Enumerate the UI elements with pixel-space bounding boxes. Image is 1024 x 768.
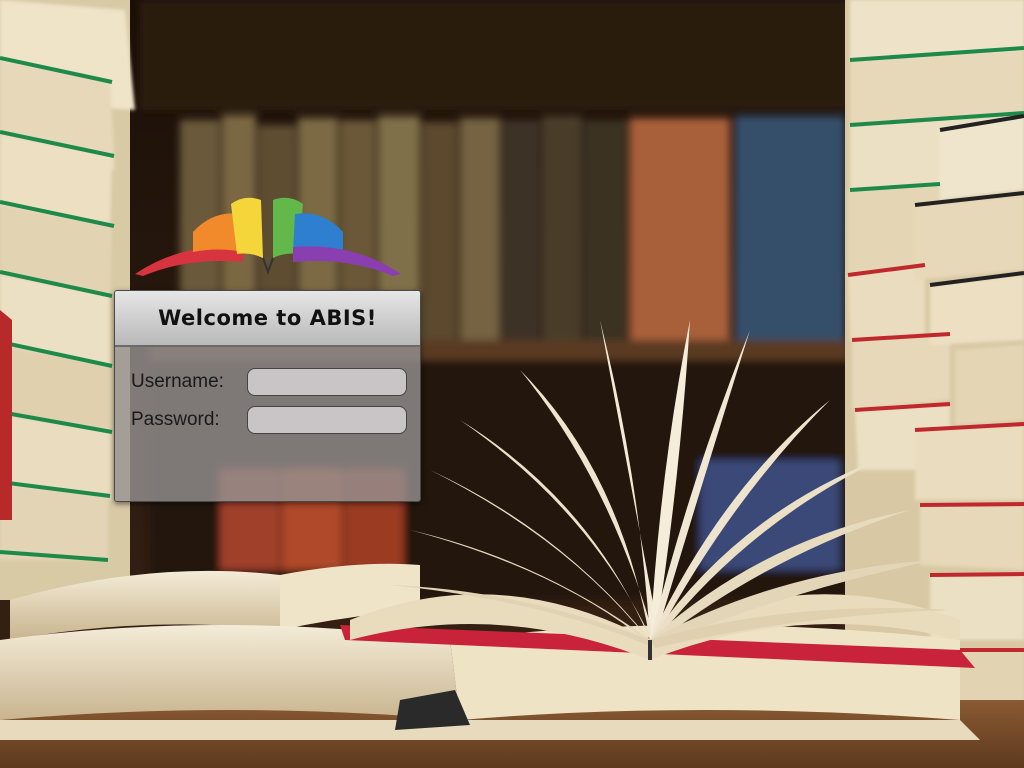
username-label: Username:: [131, 371, 224, 392]
password-row: Password:: [131, 406, 407, 434]
password-label: Password:: [131, 409, 220, 430]
login-screen: Welcome to ABIS! Username: Password:: [0, 0, 1024, 768]
login-panel: Welcome to ABIS! Username: Password:: [114, 290, 421, 502]
username-row: Username:: [131, 368, 407, 396]
password-input[interactable]: [247, 406, 407, 434]
abis-logo-icon: [135, 197, 401, 276]
username-input[interactable]: [247, 368, 407, 396]
welcome-title: Welcome to ABIS!: [158, 306, 377, 330]
login-header: Welcome to ABIS!: [115, 291, 420, 347]
